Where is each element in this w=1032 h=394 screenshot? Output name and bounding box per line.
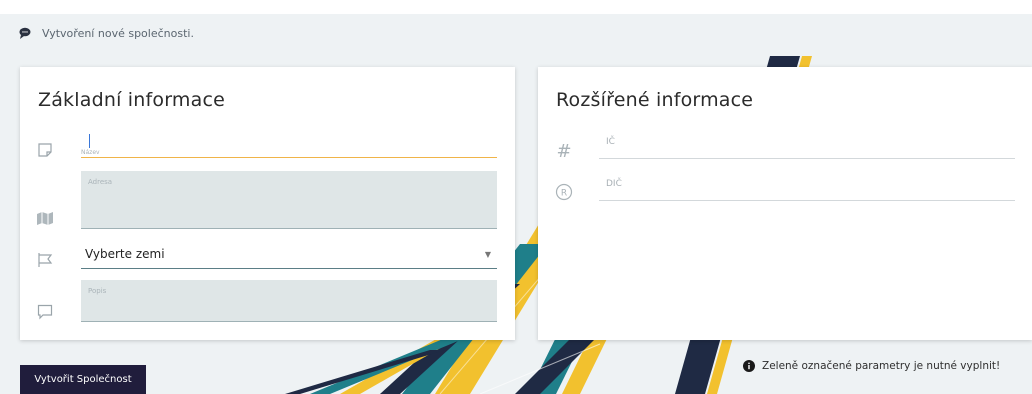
description-label: Popis <box>88 287 107 295</box>
dropdown-arrow-icon: ▼ <box>484 250 491 259</box>
page-header: Vytvoření nové společnosti. <box>18 24 194 42</box>
basic-info-title: Základní informace <box>38 89 226 111</box>
name-input[interactable]: Název <box>81 131 497 158</box>
hash-icon: # <box>556 140 572 162</box>
flag-icon <box>36 251 54 269</box>
extended-info-card: Rozšířené informace # IČ R DIČ <box>538 67 1032 340</box>
name-label: Název <box>81 149 100 156</box>
ic-label: IČ <box>606 137 615 147</box>
text-caret <box>89 134 90 148</box>
page-header-text: Vytvoření nové společnosti. <box>42 26 194 40</box>
map-icon <box>36 209 54 227</box>
description-input[interactable]: Popis <box>81 280 497 322</box>
address-input[interactable]: Adresa <box>81 171 497 229</box>
dic-input[interactable]: DIČ <box>599 171 1015 201</box>
dic-label: DIČ <box>606 179 622 189</box>
address-label: Adresa <box>88 178 113 186</box>
registered-icon: R <box>555 183 573 201</box>
basic-info-card: Základní informace Název Adresa Vyberte … <box>20 67 515 340</box>
required-fields-note-text: Zeleně označené parametry je nutné vypln… <box>762 360 1001 372</box>
country-select[interactable]: Vyberte zemi ▼ <box>81 239 497 269</box>
top-band <box>0 0 1032 14</box>
required-fields-note: Zeleně označené parametry je nutné vypln… <box>743 358 1000 374</box>
ic-input[interactable]: IČ <box>599 129 1015 159</box>
create-company-button[interactable]: Vytvořit Společnost <box>20 365 146 394</box>
country-select-value: Vyberte zemi <box>85 247 165 261</box>
info-icon <box>743 360 755 372</box>
note-icon <box>36 141 54 159</box>
chat-bubble-icon <box>18 26 32 40</box>
extended-info-title: Rozšířené informace <box>556 89 754 111</box>
comment-icon <box>36 303 54 321</box>
svg-text:R: R <box>561 189 567 199</box>
